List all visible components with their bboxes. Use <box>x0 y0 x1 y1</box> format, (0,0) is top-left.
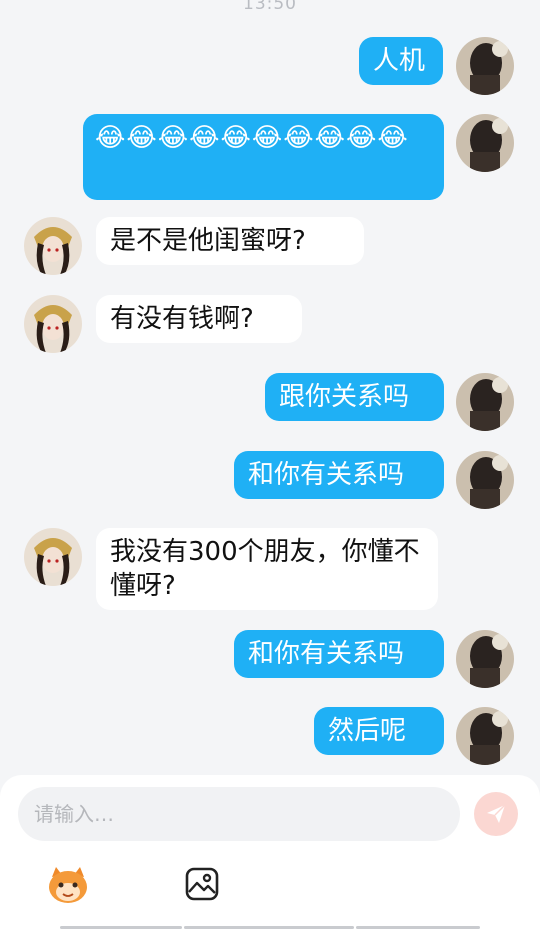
message-composer <box>0 775 540 930</box>
bottom-indicator <box>0 924 540 930</box>
send-button[interactable] <box>474 792 518 836</box>
image-icon <box>185 867 219 901</box>
message-bubble-outgoing[interactable]: 然后呢 <box>314 707 444 755</box>
status-time: 13:50 <box>243 0 297 14</box>
my-avatar[interactable] <box>456 114 514 172</box>
contact-avatar[interactable] <box>24 528 82 586</box>
message-bubble-outgoing[interactable]: 人机 <box>359 37 443 85</box>
image-button[interactable] <box>185 867 219 901</box>
message-bubble-incoming[interactable]: 有没有钱啊? <box>96 295 302 343</box>
message-bubble-incoming[interactable]: 我没有300个朋友，你懂不懂呀? <box>96 528 438 610</box>
sticker-button[interactable] <box>46 865 90 905</box>
mascot-sticker-icon <box>49 867 87 903</box>
message-bubble-outgoing[interactable]: 😂😂😂😂😂😂😂😂😂😂 <box>83 114 444 200</box>
contact-avatar[interactable] <box>24 295 82 353</box>
my-avatar[interactable] <box>456 707 514 765</box>
message-bubble-outgoing[interactable]: 跟你关系吗 <box>265 373 444 421</box>
my-avatar[interactable] <box>456 451 514 509</box>
my-avatar[interactable] <box>456 373 514 431</box>
contact-avatar[interactable] <box>24 217 82 275</box>
message-bubble-outgoing[interactable]: 和你有关系吗 <box>234 451 444 499</box>
message-input[interactable] <box>18 787 460 841</box>
message-bubble-incoming[interactable]: 是不是他闺蜜呀? <box>96 217 364 265</box>
my-avatar[interactable] <box>456 37 514 95</box>
send-icon <box>487 804 506 823</box>
message-bubble-outgoing[interactable]: 和你有关系吗 <box>234 630 444 678</box>
my-avatar[interactable] <box>456 630 514 688</box>
